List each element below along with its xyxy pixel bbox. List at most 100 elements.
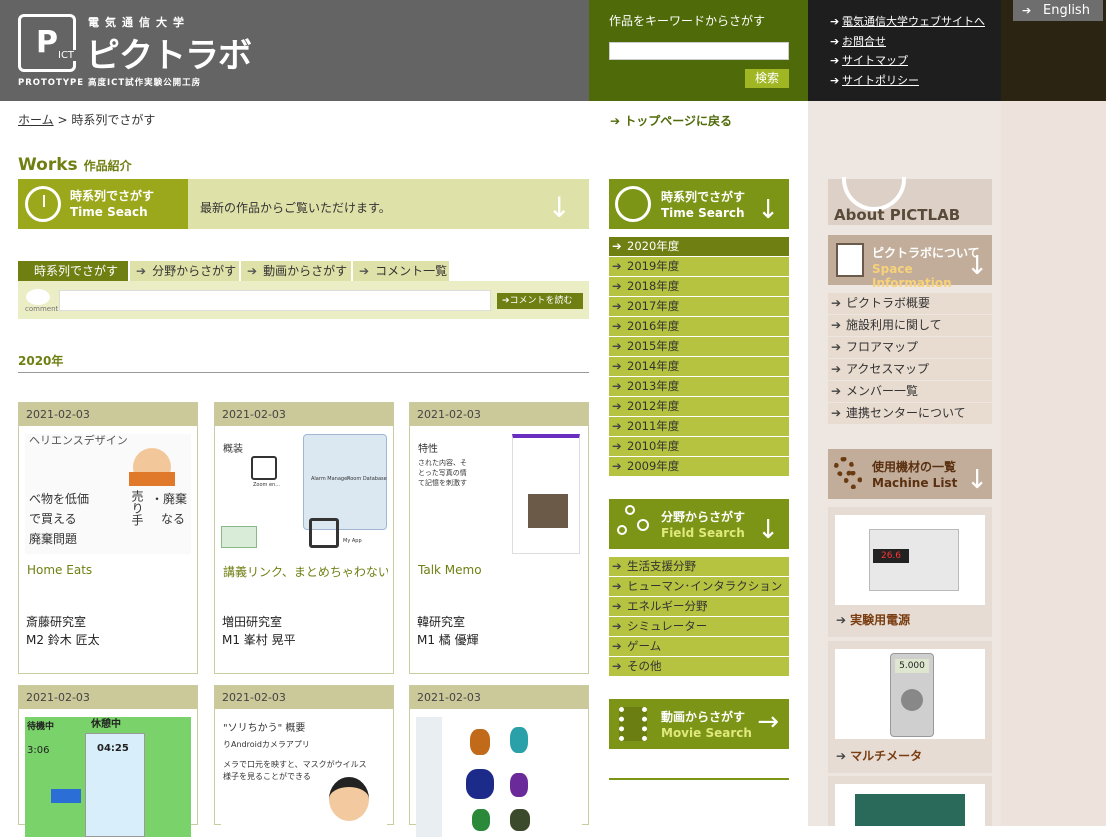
link-contact[interactable]: ➔ お問合せ xyxy=(830,32,985,52)
power-supply-display: 26.6 xyxy=(873,549,909,563)
tab-movie[interactable]: ➔ 動画からさがす xyxy=(241,261,351,281)
machine-item-board[interactable] xyxy=(828,776,992,826)
about-pictlab[interactable]: About PICTLAB xyxy=(828,177,992,225)
thumb-text: された内容、そ xyxy=(418,459,467,467)
arrow-left-icon xyxy=(51,789,81,803)
arrow-right-icon: ➔ xyxy=(359,264,370,278)
logo-name: ピクトラボ xyxy=(86,36,252,76)
arrow-right-icon: ➔ xyxy=(612,659,622,673)
year-item-2013[interactable]: ➔ 2013年度 xyxy=(609,377,789,396)
year-item-2012[interactable]: ➔ 2012年度 xyxy=(609,397,789,416)
space-item-floor-map[interactable]: ➔ フロアマップ xyxy=(828,337,992,358)
breadcrumb-sep: > xyxy=(57,113,68,127)
field-item-hci[interactable]: ➔ ヒューマン･インタラクション xyxy=(609,577,789,596)
arrow-right-icon: ➔ xyxy=(612,399,622,413)
field-item-simulator[interactable]: ➔ シミュレーター xyxy=(609,617,789,636)
arrow-right-icon: ➔ xyxy=(831,340,842,354)
thumb-text: ヘリエンスデザイン xyxy=(29,434,128,447)
time-search-heading[interactable]: 時系列でさがす Time Search ↓ xyxy=(609,179,789,229)
link-sitemap[interactable]: ➔ サイトマップ xyxy=(830,51,985,71)
space-info-heading[interactable]: ピクトラボについて Space Information ↓ xyxy=(828,235,992,290)
space-item-center[interactable]: ➔ 連携センターについて xyxy=(828,403,992,424)
thumb-text: Room Database xyxy=(347,476,387,482)
space-item-access-map[interactable]: ➔ アクセスマップ xyxy=(828,359,992,380)
keyword-search: 作品をキーワードからさがす 検索 xyxy=(589,0,808,101)
card-title: Home Eats xyxy=(27,563,93,577)
link-uec-website[interactable]: ➔ 電気通信大学ウェブサイトへ xyxy=(830,12,985,32)
arrow-right-icon: ➔ xyxy=(612,419,622,433)
card-title: Talk Memo xyxy=(418,563,482,577)
search-input[interactable] xyxy=(609,42,789,60)
arrow-right-icon: ➔ xyxy=(612,619,622,633)
arrow-right-icon: ➔ xyxy=(612,439,622,453)
tab-time[interactable]: 時系列でさがす xyxy=(18,261,128,281)
comment-icon-label: comment xyxy=(25,305,59,313)
search-button[interactable]: 検索 xyxy=(745,69,789,88)
year-item-2016[interactable]: ➔ 2016年度 xyxy=(609,317,789,336)
work-card[interactable]: 2021-02-03 xyxy=(409,685,589,837)
down-arrow-icon: ↓ xyxy=(757,195,779,225)
thumb-text: で買える xyxy=(29,512,77,526)
banner-title-ja: 時系列でさがす xyxy=(70,189,155,203)
english-button[interactable]: ➔ English xyxy=(1013,0,1103,21)
read-comments-button[interactable]: ➔コメントを読む xyxy=(497,293,583,309)
time-search-en: Time Search xyxy=(661,206,745,220)
space-item-overview[interactable]: ➔ ピクトラボ概要 xyxy=(828,293,992,314)
arrow-right-icon: ➔ xyxy=(502,296,510,306)
space-item-usage[interactable]: ➔ 施設利用に関して xyxy=(828,315,992,336)
monster-icon xyxy=(470,729,490,755)
board-pcb xyxy=(855,794,965,826)
box-icon xyxy=(836,243,864,277)
arrow-right-icon: ➔ xyxy=(612,599,622,613)
arrow-right-icon: ➔ xyxy=(612,239,622,253)
work-card[interactable]: 2021-02-03 待機中 休憩中 04:25 3:06 xyxy=(18,685,198,837)
work-card[interactable]: 2021-02-03 "ソリちかう" 概要 りAndroidカメラアプリ メラで… xyxy=(214,685,394,837)
link-site-policy[interactable]: ➔ サイトポリシー xyxy=(830,71,985,91)
year-item-2015[interactable]: ➔ 2015年度 xyxy=(609,337,789,356)
field-list: ➔ 生活支援分野 ➔ ヒューマン･インタラクション ➔ エネルギー分野 ➔ シミュレータ… xyxy=(609,557,789,677)
thumb-text: とった写真の情 xyxy=(418,469,467,477)
breadcrumb-home[interactable]: ホーム xyxy=(18,113,54,127)
space-item-members[interactable]: ➔ メンバー一覧 xyxy=(828,381,992,402)
card-title: 講義リンク、まとめちゃわない？ xyxy=(223,565,388,579)
arrow-right-icon: ➔ xyxy=(836,749,847,763)
comment-input[interactable] xyxy=(59,290,491,311)
year-item-2018[interactable]: ➔ 2018年度 xyxy=(609,277,789,296)
field-item-energy[interactable]: ➔ エネルギー分野 xyxy=(609,597,789,616)
arrow-right-icon: ➔ xyxy=(831,406,842,420)
tab-comments[interactable]: ➔ コメント一覧 xyxy=(353,261,449,281)
diagram-panel xyxy=(303,434,387,530)
logo-tagline: PROTOTYPE 高度ICT試作実験公開工房 xyxy=(18,78,202,88)
year-item-2009[interactable]: ➔ 2009年度 xyxy=(609,457,789,476)
work-card[interactable]: 2021-02-03 特性 された内容、そ とった写真の情 て記憶を刺激す Ta… xyxy=(409,402,589,674)
back-to-top-link[interactable]: ➔ トップページに戻る xyxy=(610,112,732,129)
field-search-heading[interactable]: 分野からさがす Field Search ↓ xyxy=(609,499,789,549)
site-logo[interactable]: P ICT 電気通信大学 ピクトラボ PROTOTYPE 高度ICT試作実験公開… xyxy=(18,14,278,89)
machine-item-multimeter[interactable]: 5.000 ➔ マルチメータ xyxy=(828,641,992,773)
field-item-game[interactable]: ➔ ゲーム xyxy=(609,637,789,656)
comment-icon xyxy=(26,289,50,305)
thumb-text: 概装 xyxy=(223,444,243,455)
thumb-text: 04:25 xyxy=(97,743,129,754)
clock-icon xyxy=(615,186,651,222)
clock-icon xyxy=(25,186,61,222)
field-item-life-support[interactable]: ➔ 生活支援分野 xyxy=(609,557,789,576)
year-list: ➔ 2020年度 ➔ 2019年度 ➔ 2018年度 ➔ 2017年度 ➔ 2016年度 … xyxy=(609,237,789,477)
tab-field[interactable]: ➔ 分野からさがす xyxy=(130,261,239,281)
movie-search-heading[interactable]: 動画からさがす Movie Search → xyxy=(609,699,789,749)
year-item-2011[interactable]: ➔ 2011年度 xyxy=(609,417,789,436)
multimeter-dial xyxy=(901,689,923,711)
thumb-text: て記憶を刺激す xyxy=(418,479,467,487)
year-item-2019[interactable]: ➔ 2019年度 xyxy=(609,257,789,276)
field-search-en: Field Search xyxy=(661,526,745,540)
work-card[interactable]: 2021-02-03 ヘリエンスデザイン べ物を低価 で買える 廃棄問題 ・廃棄… xyxy=(18,402,198,674)
field-item-other[interactable]: ➔ その他 xyxy=(609,657,789,676)
machine-list-heading[interactable]: 使用機材の一覧 Machine List ↓ xyxy=(828,449,992,499)
year-item-2014[interactable]: ➔ 2014年度 xyxy=(609,357,789,376)
machine-item-power-supply[interactable]: 26.6 ➔ 実験用電源 xyxy=(828,507,992,637)
year-item-2010[interactable]: ➔ 2010年度 xyxy=(609,437,789,456)
year-item-2017[interactable]: ➔ 2017年度 xyxy=(609,297,789,316)
year-item-2020[interactable]: ➔ 2020年度 xyxy=(609,237,789,256)
work-card[interactable]: 2021-02-03 概装 Alarm Manager Room Databas… xyxy=(214,402,394,674)
board-image xyxy=(835,784,985,826)
